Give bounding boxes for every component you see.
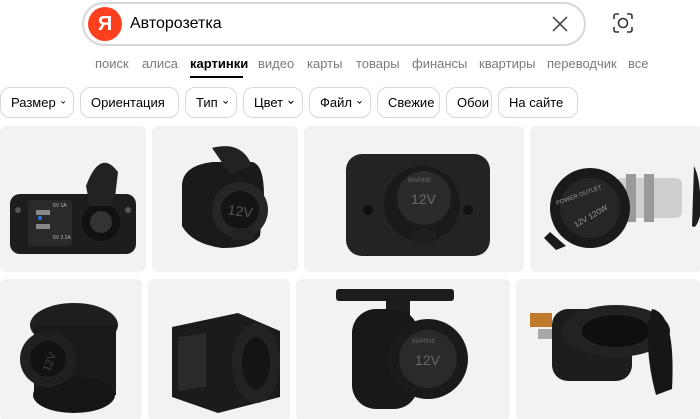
- active-tab-indicator: [190, 76, 243, 78]
- product-image: 12V MARINE: [336, 289, 468, 409]
- tab-maps[interactable]: карты: [307, 56, 342, 71]
- chevron-down-icon: [568, 102, 569, 103]
- chevron-down-icon: [288, 100, 294, 105]
- usb-port-label: 5V 1A: [53, 203, 67, 209]
- tab-goods[interactable]: товары: [356, 56, 400, 71]
- tab-alice[interactable]: алиса: [142, 56, 178, 71]
- yandex-logo[interactable]: Я: [88, 7, 122, 41]
- image-result-12v-socket-nut[interactable]: 12V: [0, 279, 142, 419]
- filter-color[interactable]: Цвет: [243, 87, 303, 118]
- filter-label: Тип: [196, 95, 218, 110]
- close-icon[interactable]: [550, 14, 570, 34]
- filter-file[interactable]: Файл: [309, 87, 371, 118]
- product-image: [172, 313, 280, 413]
- search-bar[interactable]: Я: [82, 2, 586, 46]
- marine-label: MARINE: [412, 339, 435, 345]
- camera-lens-icon[interactable]: [611, 11, 635, 35]
- tab-search[interactable]: поиск: [95, 56, 129, 71]
- filter-on-site[interactable]: На сайте: [498, 87, 578, 118]
- voltage-label: 12V: [411, 191, 437, 207]
- product-image: 12V: [182, 146, 268, 248]
- filter-type[interactable]: Тип: [185, 87, 237, 118]
- service-tabs: поиск алиса картинки видео карты товары …: [0, 56, 700, 78]
- image-result-marine-socket-panel[interactable]: 12V MARINE: [304, 126, 524, 272]
- chevron-down-icon: [60, 101, 65, 104]
- search-input[interactable]: [130, 11, 510, 37]
- tab-finance[interactable]: финансы: [412, 56, 467, 71]
- tab-all[interactable]: все: [628, 56, 649, 71]
- tab-apartments[interactable]: квартиры: [479, 56, 535, 71]
- product-image: 12V MARINE: [346, 154, 490, 256]
- chevron-down-icon: [357, 100, 362, 104]
- product-image: 5V 1A 5V 2.1A: [10, 162, 136, 254]
- filter-label: Размер: [11, 95, 56, 110]
- image-result-marine-socket-bracket[interactable]: 12V MARINE: [296, 279, 510, 419]
- filter-label: Ориентация: [91, 95, 165, 110]
- image-result-12v-socket[interactable]: 12V: [152, 126, 298, 272]
- filter-label: На сайте: [509, 95, 564, 110]
- tab-video[interactable]: видео: [258, 56, 294, 71]
- image-result-power-outlet-socket[interactable]: POWER OUTLET 12V 120W: [530, 126, 694, 272]
- chevron-down-icon: [222, 100, 228, 104]
- tab-images[interactable]: картинки: [190, 56, 248, 71]
- product-image: 12V: [20, 303, 118, 413]
- image-result-partial[interactable]: [682, 126, 700, 272]
- filter-label: Свежие: [388, 95, 435, 110]
- filter-wallpapers[interactable]: Обои: [446, 87, 492, 118]
- image-result-dual-usb-socket[interactable]: 5V 1A 5V 2.1A: [0, 126, 146, 272]
- image-result-socket-terminals[interactable]: [516, 279, 700, 419]
- filter-label: Цвет: [254, 95, 284, 110]
- product-image: POWER OUTLET 12V 120W: [544, 168, 682, 250]
- voltage-label: 12V: [415, 352, 441, 368]
- filter-fresh[interactable]: Свежие: [377, 87, 440, 118]
- filter-orientation[interactable]: Ориентация: [80, 87, 179, 118]
- usb-port-label: 5V 2.1A: [53, 235, 71, 241]
- tab-translator[interactable]: переводчик: [547, 56, 617, 71]
- filter-size[interactable]: Размер: [0, 87, 74, 118]
- filter-label: Файл: [320, 95, 352, 110]
- filter-label: Обои: [457, 95, 490, 110]
- product-image: [692, 166, 700, 227]
- marine-label: MARINE: [408, 178, 431, 184]
- image-result-12v-socket-side[interactable]: [148, 279, 290, 419]
- product-image: [530, 305, 673, 395]
